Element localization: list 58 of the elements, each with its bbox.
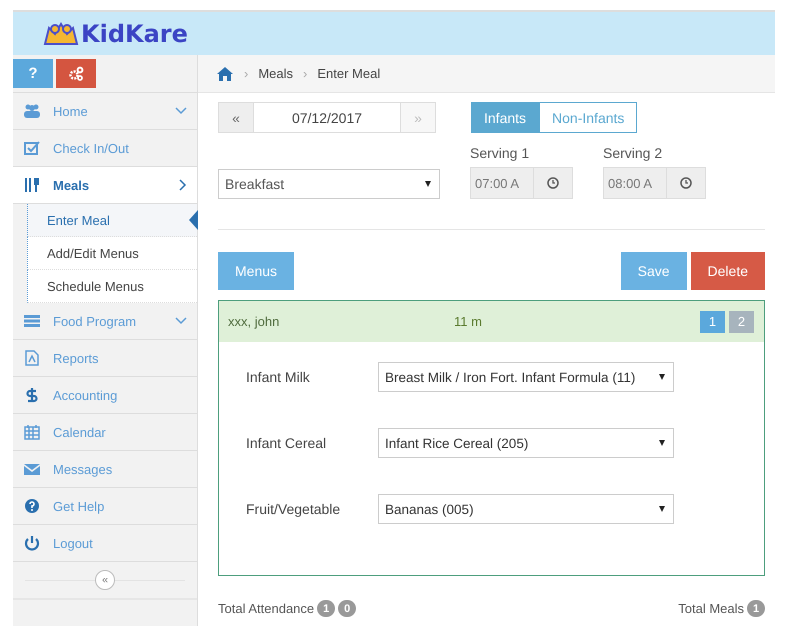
help-button[interactable]: ?	[13, 59, 53, 88]
tab[interactable]: Non-Infants	[539, 102, 638, 133]
nav-item[interactable]: Get Help	[13, 488, 197, 525]
meals-label: Total Meals	[678, 601, 744, 616]
meal-select[interactable]: Breakfast	[218, 169, 440, 199]
document-icon	[23, 350, 41, 366]
component-label: Infant Cereal	[246, 435, 328, 451]
nav-item[interactable]: Reports	[13, 340, 197, 377]
fork-knife-icon	[23, 177, 41, 193]
page-button[interactable]: 2	[729, 310, 754, 332]
nav-item[interactable]: Accounting	[13, 377, 197, 414]
nav-item[interactable]: Meals	[13, 167, 197, 204]
previous-date-button[interactable]: «	[219, 103, 253, 132]
count-badge: 1	[317, 600, 336, 617]
food-select[interactable]: Infant Rice Cereal (205)	[378, 428, 674, 458]
nav-item[interactable]: Messages	[13, 451, 197, 488]
power-icon	[23, 535, 41, 551]
component-label: Fruit/Vegetable	[246, 501, 342, 517]
envelope-icon	[23, 461, 41, 477]
settings-button[interactable]	[56, 59, 96, 88]
food-select[interactable]: Bananas (005)	[378, 494, 674, 524]
count-badge: 0	[338, 600, 356, 617]
next-date-button[interactable]: »	[401, 103, 435, 132]
collapse-button[interactable]: «	[95, 570, 115, 590]
tab[interactable]: Infants	[471, 102, 540, 133]
save-button[interactable]: Save	[620, 252, 687, 290]
nav-item[interactable]: Food Program	[13, 303, 197, 340]
breadcrumb-item: Enter Meal	[317, 66, 380, 81]
nav-item[interactable]: Calendar	[13, 414, 197, 451]
logo-icon	[43, 20, 79, 48]
food-select[interactable]: Breast Milk / Iron Fort. Infant Formula (11)	[378, 362, 674, 392]
users-icon	[23, 103, 41, 119]
page-button[interactable]: 1	[700, 310, 725, 332]
nav-item[interactable]: Home	[13, 93, 197, 130]
checkbox-icon	[23, 140, 41, 156]
home-icon[interactable]	[216, 66, 234, 82]
child-name: xxx, john	[228, 314, 280, 329]
attendance-label: Total Attendance	[218, 601, 314, 616]
clock-icon	[547, 177, 559, 189]
logo-text[interactable]: KidKare	[81, 20, 188, 48]
breadcrumb-item[interactable]: Meals	[258, 66, 294, 81]
submenu-item[interactable]: Schedule Menus	[27, 270, 197, 303]
delete-button[interactable]: Delete	[690, 252, 765, 290]
menus-button[interactable]: Menus	[218, 252, 294, 290]
submenu-item[interactable]: Enter Meal	[27, 204, 197, 237]
help-icon	[23, 498, 41, 514]
serving-label: Serving 2	[603, 145, 664, 161]
calendar-icon	[23, 424, 41, 440]
count-badge: 1	[747, 600, 765, 617]
submenu-item[interactable]: Add/Edit Menus	[27, 237, 197, 270]
component-label: Infant Milk	[246, 369, 311, 385]
stacked-bars-icon	[23, 313, 41, 329]
breadcrumb-separator: ›	[244, 66, 248, 81]
gears-icon	[68, 66, 84, 82]
serving-label: Serving 1	[470, 145, 530, 161]
clock-icon	[680, 177, 692, 189]
child-age: 11 m	[454, 314, 483, 329]
breadcrumb-separator: ›	[303, 66, 308, 81]
